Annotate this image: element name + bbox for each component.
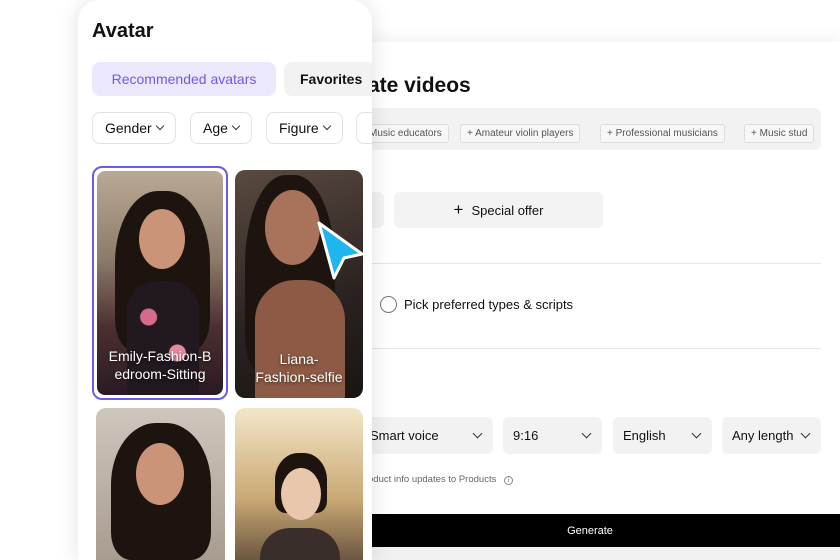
audience-tags: Music educators + Amateur violin players… [368, 108, 821, 150]
footer-area [340, 547, 840, 560]
create-videos-panel: ate videos Music educators + Amateur vio… [300, 42, 840, 560]
tag-amateur-violin[interactable]: + Amateur violin players [460, 124, 581, 143]
avatar-card-4[interactable] [235, 408, 363, 560]
pick-preferred-radio[interactable] [380, 296, 397, 313]
language-select[interactable]: English [613, 417, 712, 454]
avatar-panel-title: Avatar [92, 20, 154, 42]
plus-icon: + [453, 200, 464, 219]
divider [340, 263, 821, 264]
voice-select[interactable]: Smart voice [360, 417, 493, 454]
chevron-down-icon [322, 121, 331, 131]
chevron-down-icon [155, 121, 164, 131]
tag-music-students[interactable]: + Music stud [744, 124, 815, 143]
avatar-name: Liana-Fashion-selfie [255, 351, 343, 385]
avatar-name: Emily-Fashion-Bedroom-Sitting [108, 348, 212, 382]
product-info-note: oduct info updates to Products i [368, 474, 513, 485]
avatar-card-liana[interactable]: Liana-Fashion-selfie [235, 170, 363, 398]
avatar-card-3[interactable] [96, 408, 225, 560]
info-icon[interactable]: i [503, 476, 513, 485]
filter-age[interactable]: Age [190, 112, 252, 144]
page-title: ate videos [368, 74, 471, 97]
filter-more[interactable] [356, 112, 372, 144]
filter-figure[interactable]: Figure [266, 112, 343, 144]
avatar-image: Emily-Fashion-Bedroom-Sitting [97, 171, 223, 395]
chevron-down-icon [581, 428, 592, 439]
tab-favorites[interactable]: Favorites [284, 62, 372, 96]
divider [340, 348, 821, 349]
pick-preferred-label: Pick preferred types & scripts [404, 297, 574, 312]
tag-professional-musicians[interactable]: + Professional musicians [600, 124, 725, 143]
cursor-pointer-icon [317, 221, 364, 280]
length-select[interactable]: Any length [722, 417, 821, 454]
aspect-ratio-select[interactable]: 9:16 [503, 417, 602, 454]
avatar-card-emily[interactable]: Emily-Fashion-Bedroom-Sitting [92, 166, 228, 400]
chevron-down-icon [231, 121, 241, 131]
special-offer-button[interactable]: + Special offer [394, 192, 603, 228]
chevron-down-icon [691, 428, 702, 439]
tab-recommended-avatars[interactable]: Recommended avatars [92, 62, 276, 96]
tag-music-educators[interactable]: Music educators [368, 124, 449, 143]
filter-gender[interactable]: Gender [92, 112, 176, 144]
chevron-down-icon [800, 428, 811, 439]
chevron-down-icon [472, 428, 483, 439]
generate-button[interactable]: Generate [340, 514, 840, 547]
